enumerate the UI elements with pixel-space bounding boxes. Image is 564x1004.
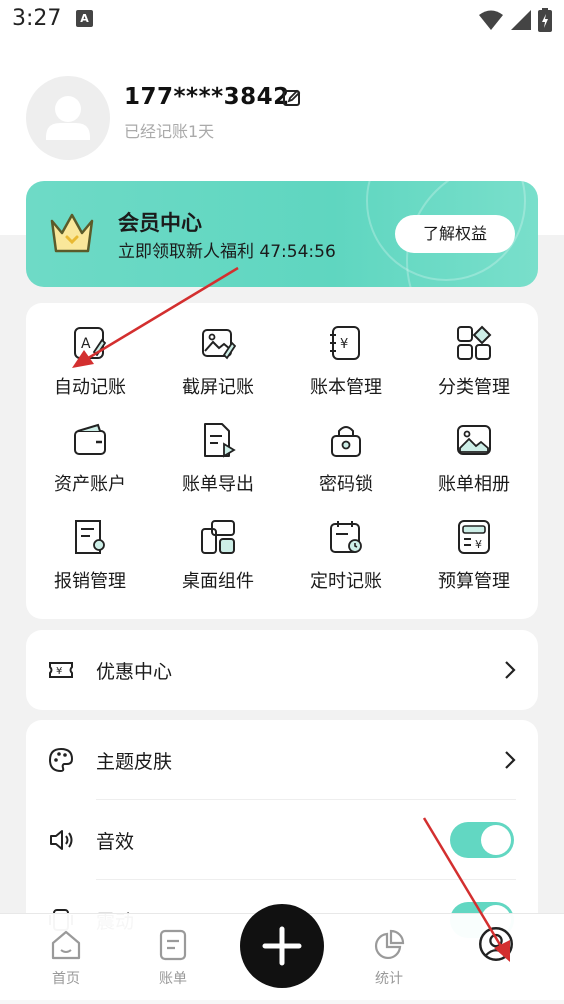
tool-password-lock[interactable]: 密码锁 bbox=[282, 400, 410, 496]
nav-bills[interactable]: 账单 bbox=[123, 914, 223, 1004]
category-management-icon bbox=[457, 325, 492, 360]
svg-text:¥: ¥ bbox=[56, 666, 62, 677]
vip-center-card[interactable]: 会员中心 立即领取新人福利 47:54:56 了解权益 bbox=[26, 181, 538, 287]
wifi-icon bbox=[479, 10, 503, 30]
theme-skin-label: 主题皮肤 bbox=[96, 751, 173, 773]
svg-text:¥: ¥ bbox=[340, 337, 348, 352]
chevron-right-icon bbox=[505, 751, 516, 769]
home-icon bbox=[51, 930, 81, 960]
toggle-knob bbox=[481, 825, 511, 855]
edit-profile-icon[interactable] bbox=[282, 88, 302, 108]
nav-bills-label: 账单 bbox=[159, 971, 187, 987]
chevron-right-icon bbox=[505, 661, 516, 679]
status-time: 3:27 bbox=[12, 6, 62, 31]
sound-effect-row: 音效 bbox=[26, 800, 538, 880]
bill-export-icon bbox=[204, 423, 236, 458]
tool-label: 账单导出 bbox=[182, 474, 254, 495]
wallet-icon bbox=[74, 423, 106, 455]
status-bar: 3:27 A bbox=[0, 0, 564, 40]
tool-label: 账单相册 bbox=[438, 474, 510, 495]
desktop-widget-icon bbox=[201, 520, 235, 554]
learn-benefits-button[interactable]: 了解权益 bbox=[395, 215, 515, 253]
bookkeeping-days: 已经记账1天 bbox=[124, 122, 215, 141]
nav-profile[interactable] bbox=[446, 914, 546, 1004]
tool-auto-bookkeeping[interactable]: A 自动记账 bbox=[26, 303, 154, 399]
tool-budget-management[interactable]: ¥ 预算管理 bbox=[410, 497, 538, 593]
coupon-center-row[interactable]: ¥ 优惠中心 bbox=[26, 630, 538, 710]
battery-icon bbox=[538, 8, 552, 32]
coupon-center-label: 优惠中心 bbox=[96, 661, 173, 683]
tool-bill-export[interactable]: 账单导出 bbox=[154, 400, 282, 496]
tool-bill-album[interactable]: 账单相册 bbox=[410, 400, 538, 496]
coupon-icon: ¥ bbox=[49, 662, 73, 678]
nav-home-label: 首页 bbox=[52, 971, 80, 987]
tool-label: 桌面组件 bbox=[182, 571, 254, 592]
tool-label: 定时记账 bbox=[310, 571, 382, 592]
bill-album-icon bbox=[457, 425, 491, 455]
palette-icon bbox=[48, 747, 74, 773]
signal-icon bbox=[511, 10, 531, 30]
crown-icon bbox=[50, 213, 94, 253]
theme-skin-row[interactable]: 主题皮肤 bbox=[26, 720, 538, 800]
tool-ledger-management[interactable]: ¥ 账本管理 bbox=[282, 303, 410, 399]
tool-label: 预算管理 bbox=[438, 571, 510, 592]
nav-stats[interactable]: 统计 bbox=[339, 914, 439, 1004]
tool-desktop-widget[interactable]: 桌面组件 bbox=[154, 497, 282, 593]
bill-icon bbox=[159, 929, 187, 961]
svg-text:A: A bbox=[81, 336, 91, 352]
vip-title: 会员中心 bbox=[118, 211, 202, 235]
scheduled-bookkeeping-icon bbox=[330, 521, 362, 553]
tool-label: 截屏记账 bbox=[182, 377, 254, 398]
nav-stats-label: 统计 bbox=[375, 971, 403, 987]
speaker-icon bbox=[50, 830, 73, 850]
password-lock-icon bbox=[331, 426, 361, 457]
add-record-button[interactable] bbox=[240, 904, 324, 988]
status-icons bbox=[478, 8, 552, 32]
auto-bookkeeping-icon: A bbox=[74, 327, 107, 359]
tool-label: 报销管理 bbox=[54, 571, 126, 592]
coupon-card: ¥ 优惠中心 bbox=[26, 630, 538, 710]
default-avatar-icon bbox=[46, 96, 90, 140]
plus-icon bbox=[262, 926, 302, 966]
reimbursement-icon bbox=[75, 520, 105, 554]
budget-icon: ¥ bbox=[458, 520, 490, 554]
vip-subtitle: 立即领取新人福利 47:54:56 bbox=[118, 242, 336, 262]
tools-grid: A 自动记账 截屏记账 ¥ 账本管理 分类管理 资产账户 账单导出 密码锁 账单… bbox=[26, 303, 538, 619]
ledger-management-icon: ¥ bbox=[330, 326, 360, 360]
pie-chart-icon bbox=[374, 929, 405, 960]
tool-label: 账本管理 bbox=[310, 377, 382, 398]
avatar[interactable] bbox=[26, 76, 110, 160]
tool-category-management[interactable]: 分类管理 bbox=[410, 303, 538, 399]
svg-text:¥: ¥ bbox=[475, 538, 482, 551]
tool-reimbursement[interactable]: 报销管理 bbox=[26, 497, 154, 593]
nav-home[interactable]: 首页 bbox=[16, 914, 116, 1004]
tool-label: 资产账户 bbox=[54, 474, 126, 495]
sound-effect-label: 音效 bbox=[96, 831, 135, 853]
sound-toggle[interactable] bbox=[450, 822, 514, 858]
tool-label: 分类管理 bbox=[438, 377, 510, 398]
notification-icon: A bbox=[76, 10, 93, 27]
home-indicator bbox=[0, 1000, 564, 1004]
tool-asset-accounts[interactable]: 资产账户 bbox=[26, 400, 154, 496]
tool-screenshot-bookkeeping[interactable]: 截屏记账 bbox=[154, 303, 282, 399]
tool-scheduled-bookkeeping[interactable]: 定时记账 bbox=[282, 497, 410, 593]
phone-number: 177****3842 bbox=[124, 84, 290, 110]
tool-label: 密码锁 bbox=[319, 474, 373, 495]
profile-avatar-icon bbox=[479, 927, 513, 961]
screenshot-bookkeeping-icon bbox=[202, 329, 236, 360]
tool-label: 自动记账 bbox=[54, 377, 126, 398]
